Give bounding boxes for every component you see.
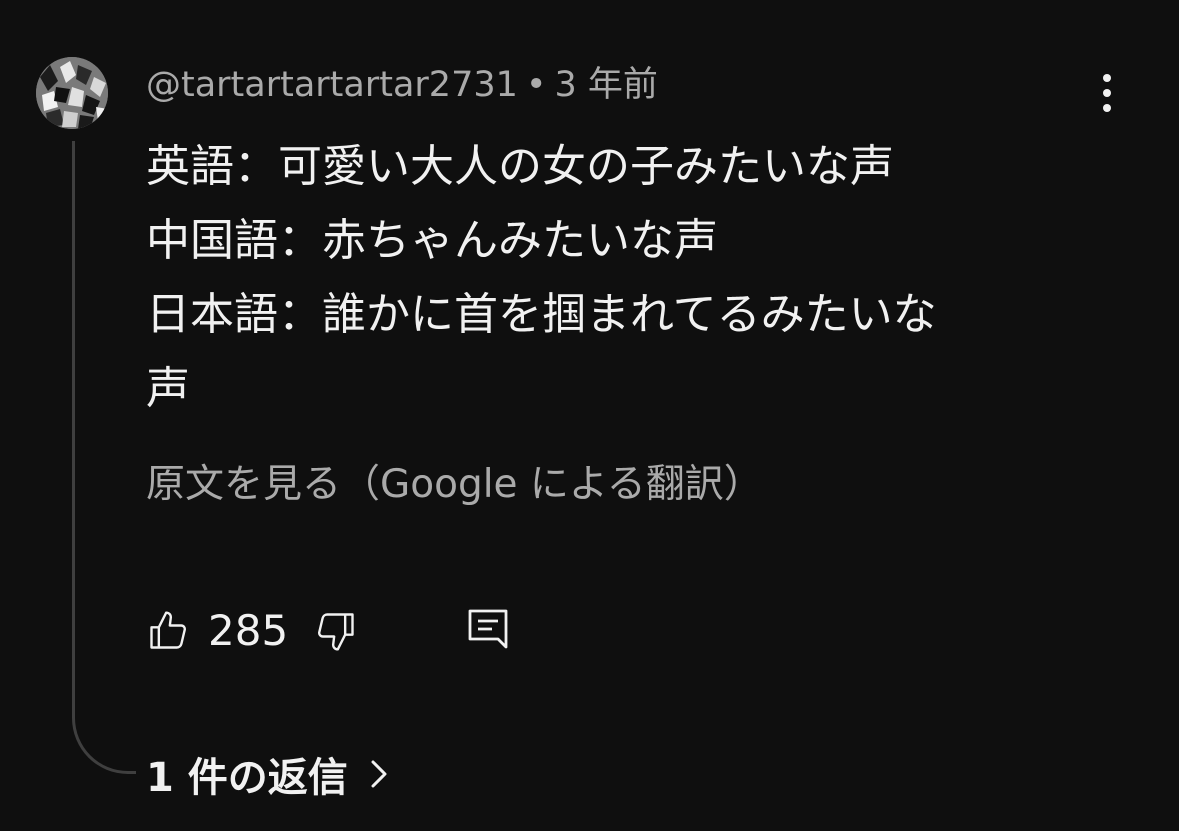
view-replies-button[interactable]: 1 件の返信 — [146, 746, 388, 802]
comment-text: 英語：可愛い大人の女の子みたいな声 中国語：赤ちゃんみたいな声 日本語：誰かに首… — [146, 141, 937, 414]
like-count: 285 — [208, 606, 289, 655]
chevron-right-icon — [370, 759, 388, 789]
menu-dot — [1103, 89, 1111, 97]
thread-line — [72, 141, 136, 774]
menu-dot — [1103, 104, 1111, 112]
thumbs-down-icon — [318, 613, 354, 651]
comment-header: @tartartartartar2731 • 3 年前 — [146, 62, 658, 108]
header-separator: • — [525, 65, 547, 105]
replies-label: 1 件の返信 — [146, 755, 348, 801]
reply-comment-icon — [468, 609, 508, 649]
comment-actions: 285 — [146, 603, 510, 659]
reply-button[interactable] — [466, 607, 510, 655]
see-original-link[interactable]: 原文を見る（Google による翻訳） — [146, 460, 763, 510]
avatar-image — [36, 57, 108, 129]
author-name[interactable]: @tartartartartar2731 — [146, 65, 518, 105]
dislike-button[interactable] — [314, 609, 358, 653]
menu-dot — [1103, 74, 1111, 82]
avatar[interactable] — [36, 57, 108, 129]
like-button[interactable] — [146, 609, 190, 653]
more-vertical-icon[interactable] — [1086, 70, 1128, 116]
thumbs-up-icon — [150, 611, 186, 649]
posted-time[interactable]: 3 年前 — [555, 65, 658, 105]
